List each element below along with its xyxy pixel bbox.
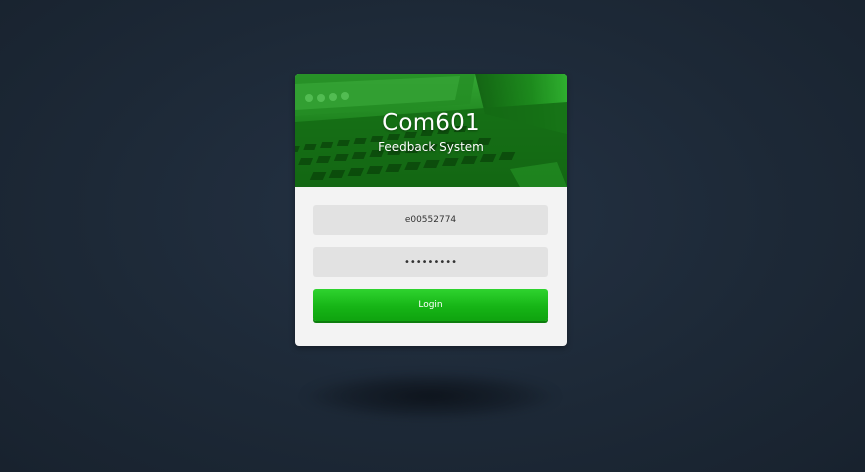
login-header-banner: Com601 Feedback System: [295, 74, 567, 187]
login-button[interactable]: Login: [313, 289, 548, 321]
password-field[interactable]: [313, 247, 548, 277]
login-form: Login: [295, 187, 567, 346]
card-shadow: [303, 372, 558, 420]
app-subtitle: Feedback System: [378, 140, 484, 154]
username-field[interactable]: [313, 205, 548, 235]
app-title: Com601: [382, 110, 480, 136]
login-card: Com601 Feedback System Login: [295, 74, 567, 346]
